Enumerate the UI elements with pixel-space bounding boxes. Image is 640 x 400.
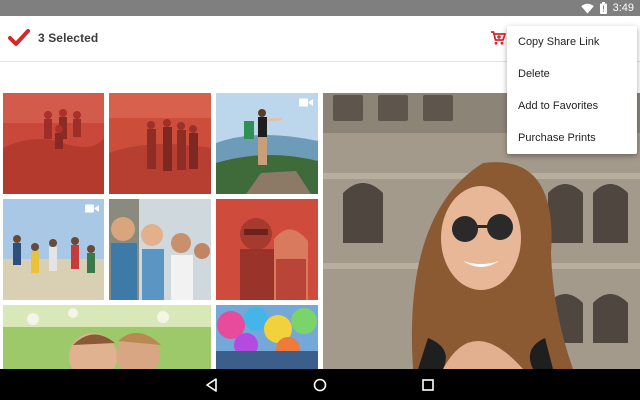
home-icon[interactable] <box>312 377 328 393</box>
back-icon[interactable] <box>204 377 220 393</box>
battery-icon <box>599 2 607 14</box>
photo-friends-on-rocks[interactable] <box>3 93 104 194</box>
photo-friends-jumping[interactable] <box>3 199 104 300</box>
navigation-bar <box>0 369 640 400</box>
menu-item-add-to-favorites[interactable]: Add to Favorites <box>507 90 637 122</box>
photo-group-on-hill[interactable] <box>109 93 211 194</box>
menu-item-delete[interactable]: Delete <box>507 58 637 90</box>
cart-icon[interactable] <box>490 30 506 46</box>
photo-kids-in-meadow[interactable] <box>3 305 211 369</box>
menu-item-copy-share-link[interactable]: Copy Share Link <box>507 26 637 58</box>
photo-couple-selfie[interactable] <box>216 199 318 300</box>
overflow-menu: Copy Share Link Delete Add to Favorites … <box>507 26 637 154</box>
status-bar: 3:49 <box>0 0 640 16</box>
clock: 3:49 <box>612 2 634 14</box>
photo-color-festival[interactable] <box>216 305 318 369</box>
check-icon[interactable] <box>8 28 30 48</box>
wifi-icon <box>580 3 594 13</box>
photo-friends-selfie[interactable] <box>109 199 211 300</box>
screen: 3:49 3 Selected Copy Share Link Delete A… <box>0 0 640 400</box>
status-icons: 3:49 <box>580 1 634 15</box>
video-camera-icon <box>85 204 99 213</box>
menu-item-purchase-prints[interactable]: Purchase Prints <box>507 122 637 154</box>
selection-count-title: 3 Selected <box>38 31 99 45</box>
video-camera-icon <box>299 98 313 107</box>
photo-hikers-at-viewpoint[interactable] <box>216 93 318 194</box>
recents-icon[interactable] <box>420 377 436 393</box>
